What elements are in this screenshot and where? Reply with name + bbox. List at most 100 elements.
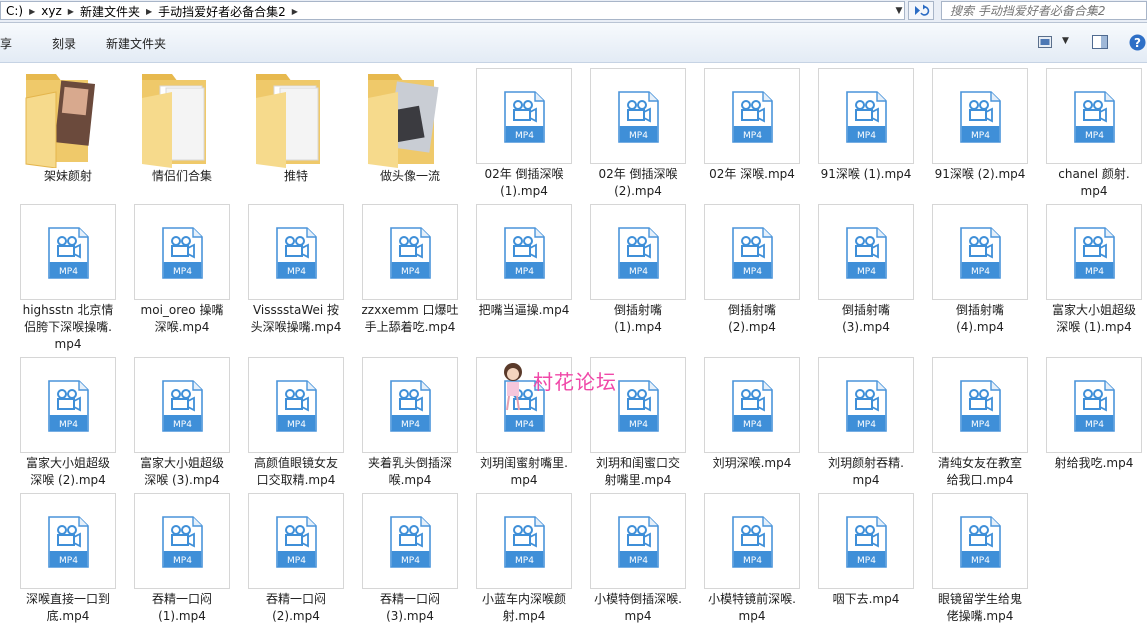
file-type-label: MP4: [515, 267, 534, 277]
search-box[interactable]: [941, 1, 1147, 20]
file-list: 架妹颜射 情侣们合集 推特 做头像一流 MP4 02年 倒插深喉 (1).mp4…: [0, 64, 1147, 642]
file-name-line: 射.mp4: [502, 609, 546, 623]
file-name-line: 深喉 (2).mp4: [30, 473, 106, 487]
file-type-label: MP4: [401, 556, 420, 566]
file-type-label: MP4: [173, 420, 192, 430]
file-type-label: MP4: [401, 420, 420, 430]
file-type-label: MP4: [857, 556, 876, 566]
file-type-label: MP4: [971, 131, 990, 141]
file-name-line: 小模特倒插深喉.: [594, 592, 682, 606]
folder-name: 架妹颜射: [43, 169, 92, 183]
breadcrumb-item-new-folder[interactable]: 新建文件夹: [75, 3, 145, 20]
view-options-icon[interactable]: [1038, 36, 1052, 48]
search-input[interactable]: [950, 2, 1140, 19]
file-name-line: 刘玥颜射吞精.: [828, 456, 904, 470]
video-file-icon: MP4: [248, 204, 344, 300]
file-name-line: 倒插射嘴: [727, 303, 776, 317]
share-button[interactable]: 享: [0, 35, 12, 52]
file-name-line: 清纯女友在教室: [937, 456, 1022, 470]
file-name-line: 给我口.mp4: [946, 473, 1014, 487]
video-file-icon: MP4: [590, 68, 686, 164]
breadcrumb-items: C:) ▶ xyz ▶ 新建文件夹 ▶ 手动挡爱好者必备合集2 ▶: [1, 3, 299, 19]
file-name-line: mp4: [510, 473, 538, 487]
file-name-line: 手上舔着吃.mp4: [364, 320, 456, 334]
video-file-icon: MP4: [362, 493, 458, 589]
file-name-line: 富家大小姐超级: [1051, 303, 1136, 317]
file-type-label: MP4: [629, 420, 648, 430]
file-name-line: 刘玥和闺蜜口交: [595, 456, 680, 470]
video-file-icon: MP4: [476, 68, 572, 164]
file-name-line: VisssstaWei 按: [252, 303, 340, 317]
file-name-line: (2).mp4: [728, 320, 776, 334]
svg-text:?: ?: [1134, 36, 1141, 50]
video-file-icon: MP4: [818, 357, 914, 453]
breadcrumb-item-current[interactable]: 手动挡爱好者必备合集2: [153, 3, 291, 20]
file-type-label: MP4: [1085, 267, 1104, 277]
folder-icon: [256, 74, 320, 168]
video-file-icon: MP4: [704, 357, 800, 453]
file-type-label: MP4: [1085, 420, 1104, 430]
watermark-text: 村花论坛: [533, 370, 617, 394]
file-type-label: MP4: [743, 131, 762, 141]
video-file-icon: MP4: [704, 68, 800, 164]
breadcrumb-separator-icon[interactable]: ▶: [67, 7, 75, 16]
video-file-icon: MP4: [590, 493, 686, 589]
file-name-line: 刘玥闺蜜射嘴里.: [480, 456, 568, 470]
video-file-icon: MP4: [932, 357, 1028, 453]
file-name-line: moi_oreo 操嘴: [140, 303, 224, 317]
video-file-icon: MP4: [818, 204, 914, 300]
video-file-icon: MP4: [20, 204, 116, 300]
file-name-line: 头深喉操嘴.mp4: [250, 320, 342, 334]
folder-name: 做头像一流: [379, 169, 440, 183]
breadcrumb-item-drive[interactable]: C:): [1, 4, 28, 18]
file-name-line: 把嘴当逼操.mp4: [478, 303, 570, 317]
file-type-label: MP4: [401, 267, 420, 277]
file-name-line: 夹着乳头倒插深: [367, 456, 452, 470]
file-type-label: MP4: [173, 556, 192, 566]
view-dropdown-icon[interactable]: ▼: [1062, 36, 1069, 46]
video-file-icon: MP4: [476, 493, 572, 589]
watermark-figure-icon: [504, 363, 522, 411]
file-type-label: MP4: [629, 267, 648, 277]
file-name-line: (1).mp4: [158, 609, 206, 623]
file-name-line: 佬操嘴.mp4: [946, 609, 1014, 623]
file-name-line: 刘玥深喉.mp4: [712, 456, 792, 470]
video-file-icon: MP4: [248, 357, 344, 453]
breadcrumb-separator-icon[interactable]: ▶: [28, 7, 36, 16]
file-name-line: 吞精一口闷: [379, 592, 440, 606]
file-name-line: 小蓝车内深喉颜: [481, 592, 566, 606]
file-name-line: mp4: [54, 337, 82, 351]
file-name-line: 倒插射嘴: [955, 303, 1004, 317]
file-name-line: 02年 倒插深喉: [598, 167, 678, 181]
video-file-icon: MP4: [1046, 204, 1142, 300]
file-name-line: 口交取精.mp4: [256, 473, 336, 487]
file-type-label: MP4: [59, 556, 78, 566]
burn-button[interactable]: 刻录: [52, 35, 76, 52]
file-type-label: MP4: [743, 556, 762, 566]
file-name-line: (2).mp4: [272, 609, 320, 623]
video-file-icon: MP4: [1046, 357, 1142, 453]
breadcrumb-item-xyz[interactable]: xyz: [36, 4, 67, 18]
refresh-icon: [915, 4, 930, 16]
file-type-label: MP4: [59, 267, 78, 277]
video-file-icon: MP4: [704, 204, 800, 300]
breadcrumb-separator-icon[interactable]: ▶: [145, 7, 153, 16]
file-name-line: 射嘴里.mp4: [604, 473, 672, 487]
file-name-line: (3).mp4: [386, 609, 434, 623]
video-file-icon: MP4: [704, 493, 800, 589]
address-history-dropdown[interactable]: ▼: [893, 3, 905, 20]
help-icon[interactable]: ?: [1129, 34, 1146, 51]
file-name-line: 小模特镜前深喉.: [708, 592, 796, 606]
new-folder-button[interactable]: 新建文件夹: [106, 35, 166, 52]
video-file-icon: MP4: [932, 493, 1028, 589]
breadcrumb-separator-icon[interactable]: ▶: [291, 7, 299, 16]
file-name-line: (2).mp4: [614, 184, 662, 198]
breadcrumb[interactable]: C:) ▶ xyz ▶ 新建文件夹 ▶ 手动挡爱好者必备合集2 ▶ ▼: [0, 1, 905, 20]
preview-pane-icon[interactable]: [1092, 35, 1108, 49]
file-type-label: MP4: [743, 420, 762, 430]
file-name-line: 富家大小姐超级: [139, 456, 224, 470]
file-type-label: MP4: [971, 420, 990, 430]
file-name-line: 91深喉 (2).mp4: [934, 167, 1026, 181]
refresh-button[interactable]: [908, 1, 934, 20]
video-file-icon: MP4: [248, 493, 344, 589]
